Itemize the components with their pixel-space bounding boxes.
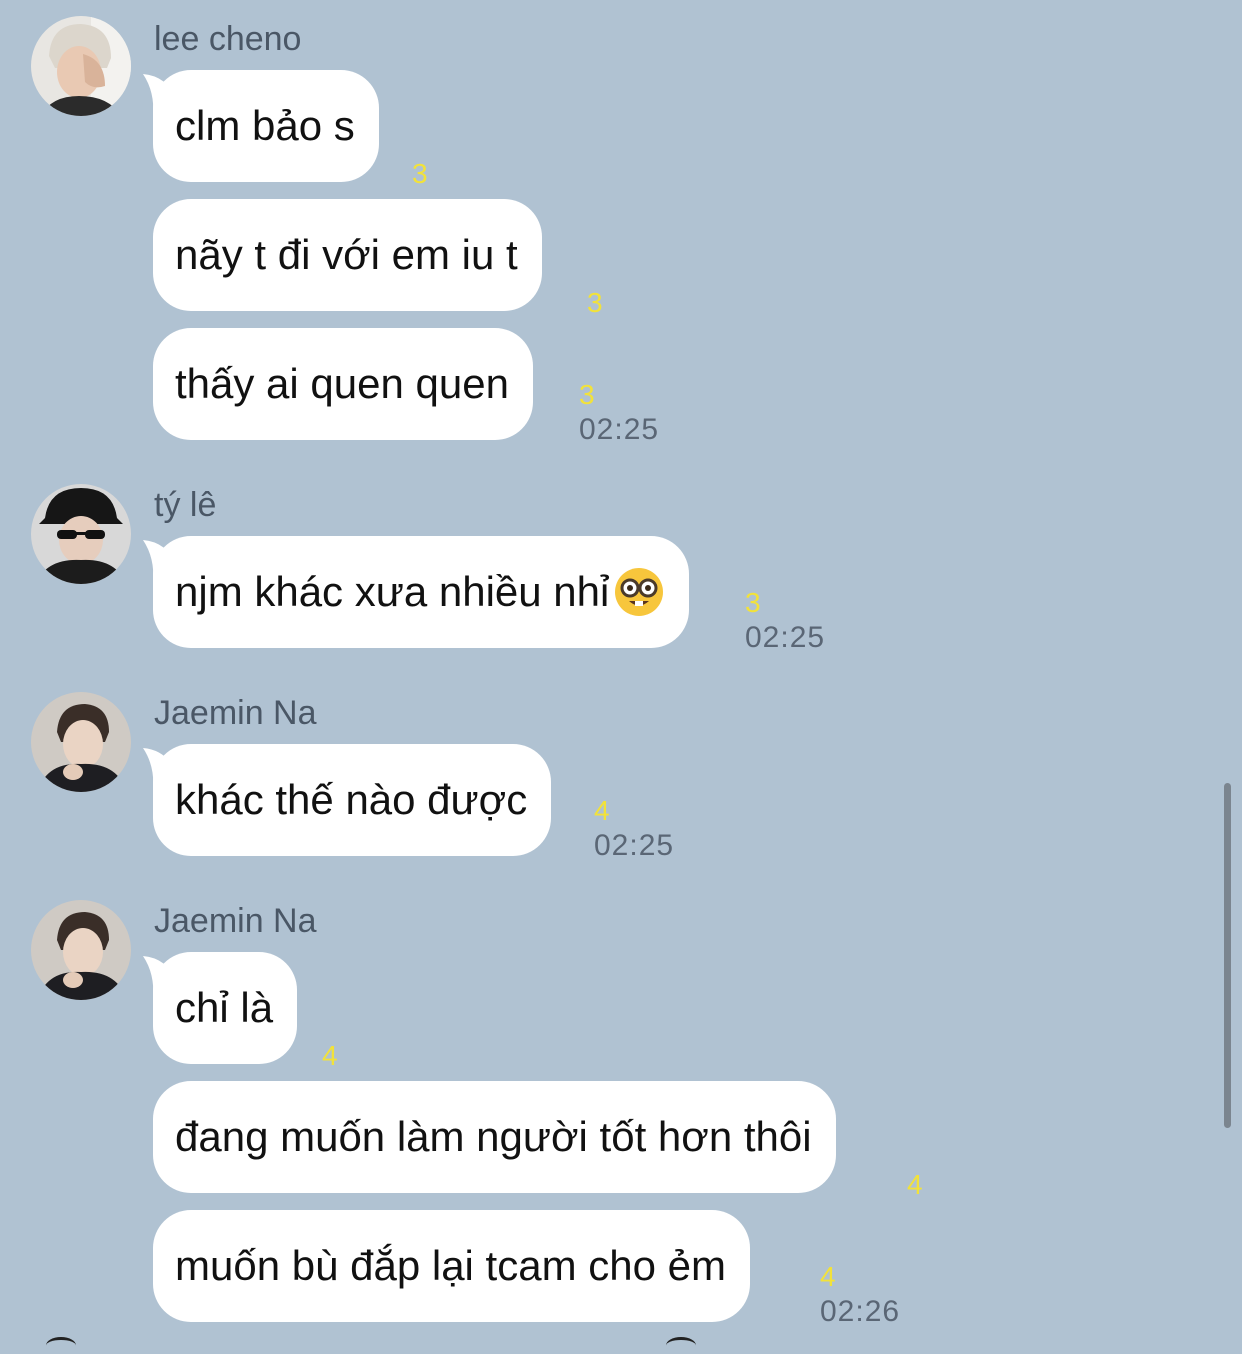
avatar[interactable] [31, 692, 131, 792]
message-text: chỉ là [175, 984, 274, 1031]
timestamp: 02:26 [820, 1295, 901, 1328]
read-count: 4 [594, 795, 610, 826]
message-bubble[interactable]: thấy ai quen quen [153, 328, 533, 440]
message-bubble[interactable]: nãy t đi với em iu t [153, 199, 542, 311]
read-count: 3 [579, 379, 595, 410]
message-bubble[interactable]: khác thế nào được [153, 744, 552, 856]
message-text: khác thế nào được [175, 776, 528, 823]
message-text: thấy ai quen quen [175, 360, 509, 407]
avatar[interactable] [31, 900, 131, 1000]
timestamp: 02:25 [594, 829, 675, 862]
message-bubble[interactable]: clm bảo s [153, 70, 379, 182]
read-count: 3 [587, 287, 603, 318]
avatar[interactable] [31, 484, 131, 584]
timestamp: 02:25 [579, 413, 660, 446]
read-count: 3 [412, 158, 428, 189]
avatar[interactable] [31, 16, 131, 116]
sender-name: tý lê [154, 486, 217, 524]
chat-message-list[interactable]: lee cheno clm bảo s 3 nãy t đi với em iu… [0, 0, 1242, 1344]
message-text: muốn bù đắp lại tcam cho ẻm [175, 1242, 726, 1289]
message-bubble[interactable]: chỉ là [153, 952, 298, 1064]
message-text: đang muốn làm người tốt hơn thôi [175, 1113, 812, 1160]
read-count: 3 [745, 587, 761, 618]
message-bubble[interactable]: đang muốn làm người tốt hơn thôi [153, 1081, 836, 1193]
message-bubble[interactable]: muốn bù đắp lại tcam cho ẻm [153, 1210, 750, 1322]
read-count: 4 [820, 1261, 836, 1292]
sender-name: Jaemin Na [154, 902, 317, 940]
message-text: clm bảo s [175, 102, 355, 149]
next-bubble-edge [666, 1337, 696, 1354]
message-text: nãy t đi với em iu t [175, 231, 518, 278]
timestamp: 02:25 [745, 621, 826, 654]
sender-name: Jaemin Na [154, 694, 317, 732]
nerd-face-emoji [615, 568, 664, 616]
scrollbar[interactable] [1224, 783, 1231, 1128]
sender-name: lee cheno [154, 20, 302, 58]
read-count: 4 [322, 1040, 338, 1071]
read-count: 4 [907, 1169, 923, 1200]
next-avatar-edge [46, 1337, 76, 1354]
message-text: njm khác xưa nhiều nhỉ [175, 568, 610, 615]
message-bubble[interactable]: njm khác xưa nhiều nhỉ [153, 536, 690, 648]
